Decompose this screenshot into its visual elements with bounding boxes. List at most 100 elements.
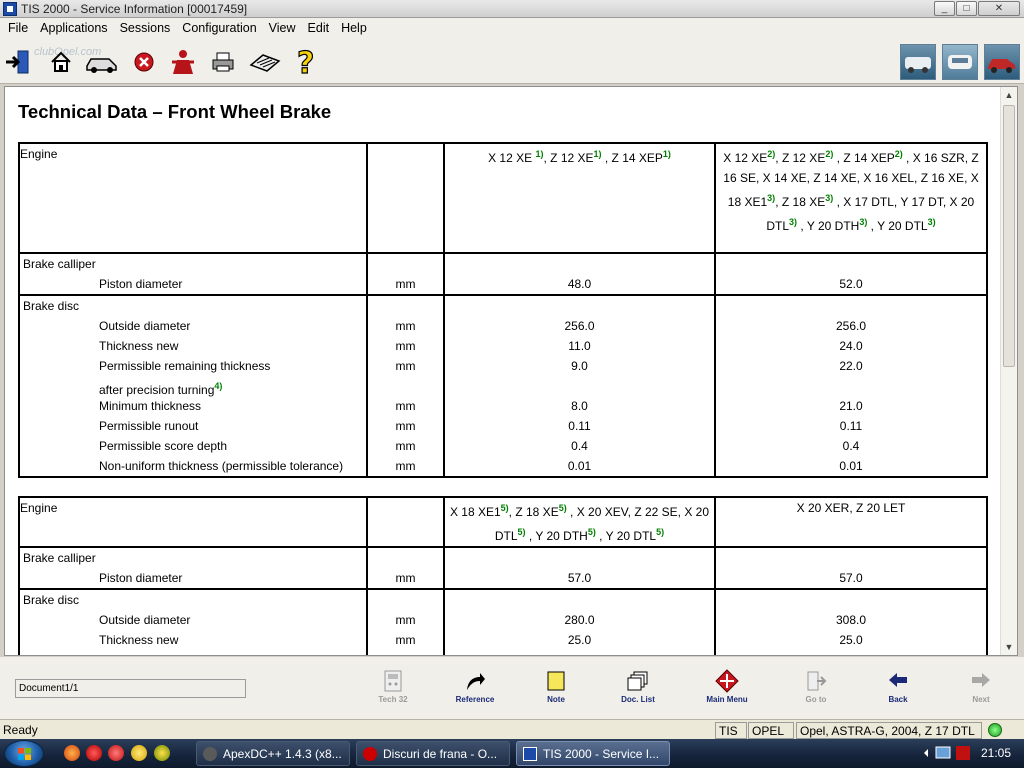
menu-bar: File Applications Sessions Configuration… <box>0 18 1024 38</box>
minimize-button[interactable]: _ <box>934 1 955 16</box>
task-tis2000[interactable]: TIS 2000 - Service I... <box>516 741 670 766</box>
windows-logo-icon <box>18 748 31 760</box>
start-button[interactable] <box>4 740 44 767</box>
row-unit: mm <box>368 650 443 655</box>
note-button[interactable]: Note <box>533 669 579 704</box>
vertical-scrollbar[interactable]: ▲ ▼ <box>1000 87 1017 655</box>
goto-button[interactable]: Go to <box>793 669 839 704</box>
view-overview-button[interactable] <box>900 44 936 80</box>
row-value: 8.0 <box>571 399 588 413</box>
row-value: 25.0 <box>839 633 863 647</box>
maximize-button[interactable]: □ <box>956 1 977 16</box>
doc-list-icon <box>627 671 648 691</box>
menu-sessions[interactable]: Sessions <box>114 21 177 35</box>
row-values-c: 280.0 25.0 22.0 <box>445 610 714 655</box>
row-unit: mm <box>395 319 416 333</box>
footnote-marker: 1) <box>593 149 602 159</box>
note-icon <box>547 671 565 691</box>
menu-configuration[interactable]: Configuration <box>176 21 262 35</box>
tis-task-icon <box>523 747 537 761</box>
menu-applications[interactable]: Applications <box>34 21 113 35</box>
home-button[interactable] <box>45 47 77 77</box>
nav-label: Go to <box>805 695 827 704</box>
row-unit: mm <box>395 399 416 413</box>
status-bar: Ready TIS OPEL Opel, ASTRA-G, 2004, Z 17… <box>0 719 1024 739</box>
engine-list-d: X 12 XE2), Z 12 XE2) , Z 14 XEP2) , X 16… <box>714 142 988 254</box>
row-label: Permissible remaining thickness after pr… <box>20 650 366 655</box>
opera-task-icon <box>363 747 377 761</box>
keyboard-button[interactable] <box>249 47 281 77</box>
scroll-thumb[interactable] <box>1003 105 1015 367</box>
task-label: ApexDC++ 1.4.3 (x8... <box>223 747 342 761</box>
row-labels: Outside diameter Thickness new Permissible… <box>20 610 366 655</box>
status-vehicle: Opel, ASTRA-G, 2004, Z 17 DTL <box>796 722 982 739</box>
back-button[interactable]: Back <box>875 669 921 704</box>
row-labels: Outside diameter Thickness new Permissible… <box>20 316 366 476</box>
row-values-d: 308.0 25.0 22.0 <box>716 610 986 655</box>
svg-text:?: ? <box>297 47 314 77</box>
engine-code: , Y 20 DTL <box>867 219 928 233</box>
exit-icon <box>6 50 29 74</box>
help-button[interactable]: ? <box>290 47 322 77</box>
reference-button[interactable]: Reference <box>452 669 498 704</box>
scroll-down-icon[interactable]: ▼ <box>1001 639 1017 655</box>
person-button[interactable] <box>167 47 199 77</box>
group-heading: Brake calliper <box>23 257 96 271</box>
power-icon[interactable] <box>108 745 124 761</box>
view-front-button[interactable] <box>942 44 978 80</box>
next-button[interactable]: Next <box>958 669 1004 704</box>
opera-icon[interactable] <box>86 745 102 761</box>
close-button[interactable]: ✕ <box>978 1 1020 16</box>
menu-edit[interactable]: Edit <box>302 21 336 35</box>
window-title: TIS 2000 - Service Information [00017459… <box>21 2 248 16</box>
footnote-marker: 3) <box>927 217 936 227</box>
doc-list-button[interactable]: Doc. List <box>615 669 661 704</box>
row-label: Thickness new <box>99 339 179 353</box>
engine-code: , Y 20 DTH <box>797 219 860 233</box>
row-value: 280.0 <box>564 613 595 627</box>
print-button[interactable] <box>207 47 239 77</box>
footnote-marker: 5) <box>558 503 567 513</box>
menu-file[interactable]: File <box>2 21 34 35</box>
menu-view[interactable]: View <box>263 21 302 35</box>
stop-icon <box>134 52 154 72</box>
row-value: 21.0 <box>839 399 863 413</box>
reference-arrow-icon <box>467 673 485 690</box>
task-browser[interactable]: Discuri de frana - O... <box>356 741 510 766</box>
footnote-marker: 3) <box>789 217 798 227</box>
footnote-marker: 5) <box>500 503 509 513</box>
engine-code: X 12 XE <box>488 151 536 165</box>
toolbar: clubOpel.com ? <box>0 38 1024 84</box>
row-value: 0.11 <box>568 419 591 433</box>
footnote-marker: 4) <box>214 381 223 391</box>
scroll-up-icon[interactable]: ▲ <box>1001 87 1017 103</box>
group-heading: Brake calliper <box>23 551 96 565</box>
smiley-icon[interactable] <box>131 745 147 761</box>
navigation-panel: Document1/1 Tech 32 Reference Note Doc. … <box>0 657 1024 719</box>
task-label: Discuri de frana - O... <box>383 747 498 761</box>
row-units: mm mm mm <box>368 610 443 655</box>
row-value: 22.0 <box>445 650 714 655</box>
row-label: Permissible runout <box>99 419 199 433</box>
document-position: Document1/1 <box>15 679 246 698</box>
footnote-marker: 5) <box>656 527 665 537</box>
window-titlebar: TIS 2000 - Service Information [00017459… <box>0 0 1024 18</box>
task-apexdc[interactable]: ApexDC++ 1.4.3 (x8... <box>196 741 350 766</box>
exit-button[interactable] <box>2 47 34 77</box>
vehicle-button[interactable] <box>85 47 117 77</box>
status-system: TIS <box>715 722 747 739</box>
stop-button[interactable] <box>128 47 160 77</box>
row-unit: mm <box>395 571 416 585</box>
row-value: 256.0 <box>564 319 595 333</box>
firefox-icon[interactable] <box>64 745 80 761</box>
row-value: 0.01 <box>567 459 592 473</box>
main-menu-button[interactable]: Main Menu <box>704 669 750 704</box>
row-unit: mm <box>395 439 416 453</box>
view-side-button[interactable] <box>984 44 1020 80</box>
tech32-button[interactable]: Tech 32 <box>370 669 416 704</box>
menu-help[interactable]: Help <box>335 21 373 35</box>
lightning-icon[interactable] <box>154 745 170 761</box>
row-value: 57.0 <box>839 571 863 585</box>
apexdc-icon <box>203 747 217 761</box>
alert-icon <box>956 746 970 760</box>
